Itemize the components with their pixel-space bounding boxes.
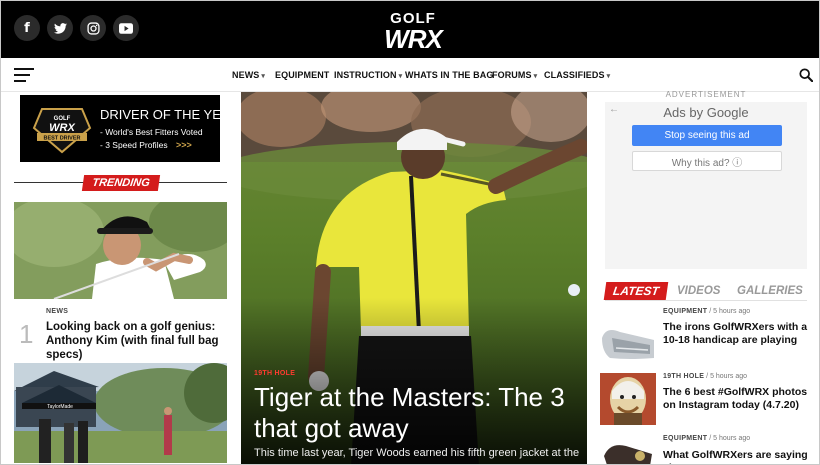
ad-title: DRIVER OF THE YEAR: [100, 107, 220, 122]
main-nav: NEWS ▾ EQUIPMENT INSTRUCTION ▾ WHATS IN TH…: [1, 58, 819, 92]
ad-arrows: >>>: [176, 140, 192, 150]
why-this-ad-button[interactable]: Why this ad? ⓘ: [632, 151, 782, 171]
svg-text:TaylorMade: TaylorMade: [47, 404, 73, 410]
nav-item-equipment[interactable]: EQUIPMENT: [275, 70, 329, 80]
twitter-icon[interactable]: [47, 15, 73, 41]
page-frame: f GOLF WRX NEWS ▾ EQUIPMENT INSTRUCTION ▾ …: [0, 0, 820, 465]
youtube-play-icon: [119, 22, 133, 34]
hero-headline[interactable]: Tiger at the Masters: The 3 that got awa…: [254, 382, 584, 444]
story-photo-tent[interactable]: TaylorMade: [14, 363, 227, 463]
ad-badge-ribbon: BEST DRIVER: [44, 136, 81, 142]
nav-item-instruction[interactable]: INSTRUCTION ▾: [334, 70, 402, 80]
twitter-bird-icon: [53, 22, 67, 34]
top-bar: f GOLF WRX: [1, 1, 819, 58]
chevron-down-icon: ▾: [606, 73, 611, 80]
tab-videos[interactable]: VIDEOS: [677, 285, 720, 297]
latest-thumb-instagram[interactable]: [600, 373, 656, 425]
chevron-down-icon: ▾: [261, 73, 266, 80]
trending-rank: 1: [19, 319, 34, 349]
instagram-icon[interactable]: [80, 15, 106, 41]
hero-category[interactable]: 19TH HOLE: [254, 370, 295, 377]
latest-thumb-irons[interactable]: [600, 318, 656, 370]
ads-by-google[interactable]: Ads by Google: [605, 105, 807, 120]
instagram-glyph-icon: [86, 21, 100, 35]
logo-wrx-text: WRX: [384, 24, 444, 51]
latest-headline[interactable]: The 6 best #GolfWRX photos on Instagram …: [663, 386, 813, 412]
menu-icon[interactable]: [14, 68, 34, 82]
stop-seeing-ad-button[interactable]: Stop seeing this ad: [632, 125, 782, 146]
nav-item-forums[interactable]: FORUMS ▾: [492, 70, 537, 80]
advertisement-label: ADVERTISEMENT: [665, 90, 747, 99]
trending-headline[interactable]: Looking back on a golf genius: Anthony K…: [46, 320, 231, 362]
driver-of-year-ad[interactable]: GOLF WRX BEST DRIVER DRIVER OF THE YEAR …: [20, 95, 239, 162]
driver-ad-graphic: GOLF WRX BEST DRIVER DRIVER OF THE YEAR …: [32, 107, 239, 154]
nav-item-whats-in-the-bag[interactable]: WHATS IN THE BAG: [405, 70, 493, 80]
facebook-icon[interactable]: f: [14, 15, 40, 41]
tab-latest[interactable]: LATEST: [603, 282, 669, 300]
ad-line-2: - 3 Speed Profiles: [100, 140, 168, 150]
story-photo-anthony-kim[interactable]: [14, 202, 227, 299]
youtube-icon[interactable]: [113, 15, 139, 41]
golfwrx-logo[interactable]: GOLF WRX: [363, 9, 463, 51]
ad-line-1: - World's Best Fitters Voted: [100, 127, 203, 137]
latest-headline[interactable]: What GolfWRXers are saying about: [663, 449, 813, 464]
hero-excerpt: This time last year, Tiger Woods earned …: [254, 447, 580, 459]
tab-galleries[interactable]: GALLERIES: [737, 285, 803, 297]
chevron-down-icon: ▾: [398, 73, 403, 80]
story-category[interactable]: NEWS: [46, 308, 68, 315]
nav-item-classifieds[interactable]: CLASSIFIEDS ▾: [544, 70, 610, 80]
latest-meta: EQUIPMENT / 5 hours ago: [663, 308, 751, 315]
latest-meta: EQUIPMENT / 5 hours ago: [663, 435, 751, 442]
latest-meta: 19TH HOLE / 5 hours ago: [663, 373, 748, 380]
trending-label: TRENDING: [81, 175, 161, 191]
chevron-down-icon: ▾: [533, 73, 538, 80]
ad-badge-wrx: WRX: [49, 122, 75, 134]
search-icon[interactable]: [799, 68, 813, 82]
latest-headline[interactable]: The irons GolfWRXers with a 10-18 handic…: [663, 321, 813, 347]
latest-thumb-equipment[interactable]: [600, 436, 656, 465]
nav-item-news[interactable]: NEWS ▾: [232, 70, 265, 80]
tabs-divider: [605, 300, 807, 301]
